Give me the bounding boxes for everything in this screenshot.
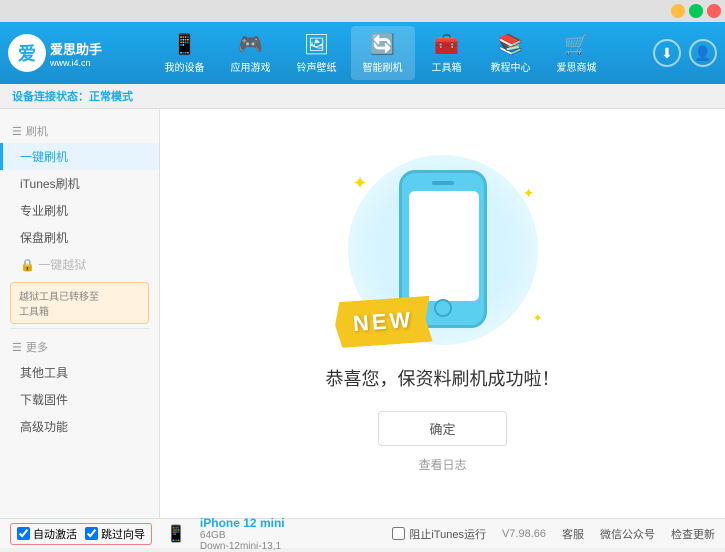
content-area: NEW ✦ ✦ ✦ 恭喜您，保资料刷机成功啦！ 确定 查看日志 (160, 109, 725, 518)
logo-sub-text: www.i4.cn (50, 58, 102, 68)
nav-wallpaper-label: 铃声壁纸 (297, 59, 337, 74)
device-info: iPhone 12 mini 64GB Down-12mini-13,1 (200, 516, 285, 552)
auto-activate-checkbox[interactable] (17, 527, 30, 540)
flash-icon: 🔄 (370, 32, 395, 57)
nav-toolbox-label: 工具箱 (432, 59, 462, 74)
itunes-status-area: 阻止iTunes运行 (392, 526, 486, 542)
nav-tutorials-label: 教程中心 (491, 59, 531, 74)
status-value: 正常模式 (89, 91, 133, 103)
device-icon: 📱 (166, 524, 186, 544)
sidebar-item-jailbreak: 🔒 一键越狱 (0, 251, 159, 278)
nav-store[interactable]: 🛒 爱思商城 (545, 26, 609, 80)
phone-icon: 📱 (172, 32, 197, 57)
device-model: Down-12mini-13,1 (200, 541, 285, 552)
store-icon: 🛒 (564, 32, 589, 57)
sidebar-item-one-click-flash[interactable]: 一键刷机 (0, 143, 159, 170)
sparkle-bottom-right: ✦ (532, 311, 542, 325)
sidebar-item-pro-flash[interactable]: 专业刷机 (0, 197, 159, 224)
logo-area: 爱 爱思助手 www.i4.cn (8, 34, 108, 72)
sidebar-item-other-tools[interactable]: 其他工具 (0, 359, 159, 386)
sidebar-section-flash: ☰ 刷机 (0, 117, 159, 143)
close-btn[interactable] (707, 4, 721, 18)
skip-wizard-label[interactable]: 跳过向导 (85, 526, 145, 542)
nav-my-device-label: 我的设备 (165, 59, 205, 74)
nav-store-label: 爱思商城 (557, 59, 597, 74)
auto-activate-label[interactable]: 自动激活 (17, 526, 77, 542)
sidebar-item-itunes-flash[interactable]: iTunes刷机 (0, 170, 159, 197)
nav-apps[interactable]: 🎮 应用游戏 (219, 26, 283, 80)
logo-icon: 爱 (8, 34, 46, 72)
sparkle-top-right: ✦ (523, 185, 535, 202)
device-info-area: 📱 iPhone 12 mini 64GB Down-12mini-13,1 (166, 516, 285, 552)
nav-bar: 📱 我的设备 🎮 应用游戏 🖼 铃声壁纸 🔄 智能刷机 🧰 工具箱 📚 教程中心… (108, 26, 653, 80)
success-illustration: NEW ✦ ✦ ✦ (333, 155, 553, 365)
new-ribbon: NEW (333, 295, 432, 348)
sparkle-top-left: ✦ (353, 173, 368, 194)
title-bar (0, 0, 725, 22)
nav-smart-flash[interactable]: 🔄 智能刷机 (351, 26, 415, 80)
sidebar: ☰ 刷机 一键刷机 iTunes刷机 专业刷机 保盘刷机 🔒 一键越狱 越狱工具… (0, 109, 160, 518)
phone-screen (409, 191, 479, 301)
device-status-bar: 设备连接状态：正常模式 (0, 84, 725, 109)
checkbox-area: 自动激活 跳过向导 (10, 523, 152, 545)
minimize-btn[interactable] (671, 4, 685, 18)
header-right-actions: ⬇ 👤 (653, 39, 717, 67)
confirm-button[interactable]: 确定 (378, 411, 506, 446)
auto-activate-text: 自动激活 (33, 526, 77, 542)
version-text: V7.98.66 (502, 528, 546, 540)
sidebar-divider (10, 328, 149, 329)
toolbox-icon: 🧰 (434, 32, 459, 57)
main-layout: ☰ 刷机 一键刷机 iTunes刷机 专业刷机 保盘刷机 🔒 一键越狱 越狱工具… (0, 109, 725, 518)
device-capacity: 64GB (200, 530, 285, 541)
maximize-btn[interactable] (689, 4, 703, 18)
sidebar-section-more: ☰ 更多 (0, 333, 159, 359)
status-prefix: 设备连接状态： (12, 91, 89, 103)
wallpaper-icon: 🖼 (304, 32, 329, 57)
header: 爱 爱思助手 www.i4.cn 📱 我的设备 🎮 应用游戏 🖼 铃声壁纸 🔄 … (0, 22, 725, 84)
flash-section-icon: ☰ (12, 125, 22, 138)
more-section-icon: ☰ (12, 341, 22, 354)
nav-tutorials[interactable]: 📚 教程中心 (479, 26, 543, 80)
block-itunes-checkbox[interactable] (392, 527, 405, 540)
nav-toolbox[interactable]: 🧰 工具箱 (417, 26, 477, 80)
view-log-link[interactable]: 查看日志 (418, 456, 466, 473)
sidebar-item-save-flash[interactable]: 保盘刷机 (0, 224, 159, 251)
sidebar-item-download-firmware[interactable]: 下载固件 (0, 386, 159, 413)
nav-wallpaper[interactable]: 🖼 铃声壁纸 (285, 26, 349, 80)
sidebar-jailbreak-notice: 越狱工具已转移至工具箱 (10, 282, 149, 324)
logo-main-text: 爱思助手 (50, 39, 102, 58)
sidebar-item-advanced[interactable]: 高级功能 (0, 413, 159, 440)
nav-my-device[interactable]: 📱 我的设备 (153, 26, 217, 80)
skip-wizard-checkbox[interactable] (85, 527, 98, 540)
phone-home-btn (434, 299, 452, 317)
phone-speaker (432, 181, 454, 185)
account-button[interactable]: 👤 (689, 39, 717, 67)
success-message: 恭喜您，保资料刷机成功啦！ (326, 365, 560, 391)
nav-smart-flash-label: 智能刷机 (363, 59, 403, 74)
book-icon: 📚 (498, 32, 523, 57)
itunes-status-text: 阻止iTunes运行 (409, 526, 486, 542)
game-icon: 🎮 (238, 32, 263, 57)
nav-apps-label: 应用游戏 (231, 59, 271, 74)
bottom-right-area: 阻止iTunes运行 V7.98.66 客服 微信公众号 检查更新 (392, 526, 715, 542)
download-button[interactable]: ⬇ (653, 39, 681, 67)
skip-wizard-text: 跳过向导 (101, 526, 145, 542)
check-update-link[interactable]: 检查更新 (671, 526, 715, 542)
wechat-link[interactable]: 微信公众号 (600, 526, 655, 542)
bottom-left-area: 自动激活 跳过向导 📱 iPhone 12 mini 64GB Down-12m… (10, 516, 285, 552)
support-link[interactable]: 客服 (562, 526, 584, 542)
